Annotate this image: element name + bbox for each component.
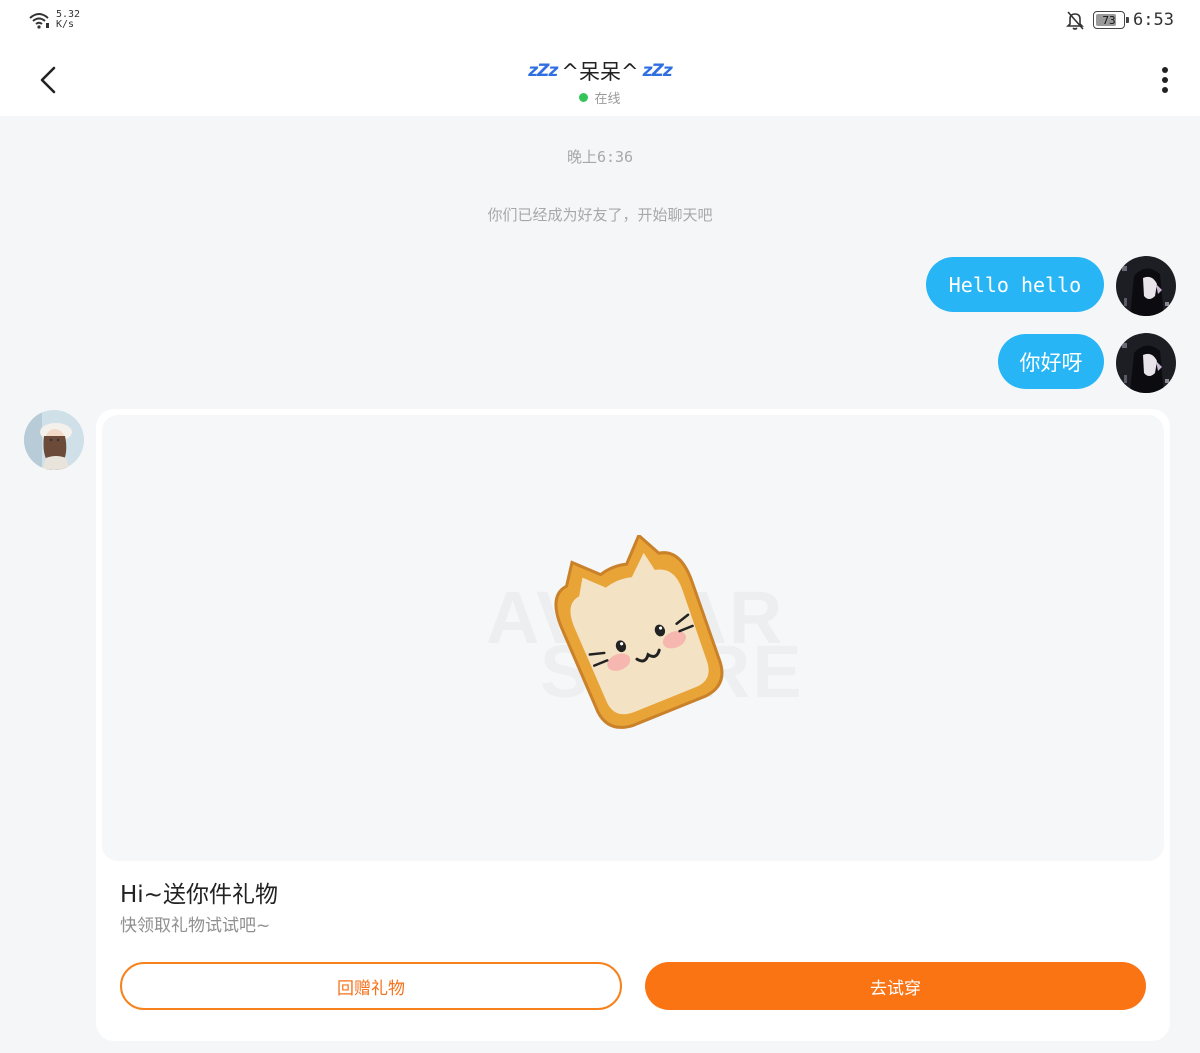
contact-avatar[interactable] [24, 410, 84, 470]
return-gift-button[interactable]: 回赠礼物 [120, 962, 622, 1010]
top-bar: 5.32 K/s 73 6:53 zZz ^呆呆^ zZz 在线 [0, 0, 1200, 116]
status-time: 6:53 [1133, 10, 1174, 30]
gift-title: Hi~送你件礼物 [120, 882, 278, 908]
toast-cat-sticker [554, 535, 724, 729]
try-on-button[interactable]: 去试穿 [645, 962, 1146, 1010]
more-options-button[interactable] [1150, 60, 1180, 100]
gift-subtitle: 快领取礼物试试吧~ [120, 916, 271, 936]
status-right: 73 6:53 [1065, 10, 1174, 30]
sleep-icon-left: zZz [528, 61, 558, 81]
online-status: 在线 [579, 88, 621, 107]
sent-message-bubble[interactable]: Hello hello [926, 257, 1104, 312]
online-status-text: 在线 [594, 92, 621, 107]
sent-message-bubble[interactable]: 你好呀 [998, 334, 1104, 389]
my-avatar[interactable] [1116, 333, 1176, 393]
online-dot-icon [579, 93, 589, 102]
network-speed-unit: K/s [56, 19, 75, 30]
sleep-icon-right: zZz [642, 61, 673, 81]
contact-name: ^呆呆^ [561, 60, 639, 84]
battery-level: 73 [1102, 13, 1116, 27]
system-notice: 你们已经成为好友了，开始聊天吧 [487, 206, 713, 224]
title-row: zZz ^呆呆^ zZz [528, 56, 673, 86]
gift-card: AVATAR STORE Hi~送你件礼物 快领取礼物试试吧~ 回赠礼物 去试穿 [96, 409, 1170, 1041]
my-avatar[interactable] [1116, 256, 1176, 316]
more-vertical-icon [1162, 67, 1168, 93]
chat-title: zZz ^呆呆^ zZz 在线 [0, 56, 1200, 107]
bell-off-icon [1066, 11, 1084, 30]
wifi-icon [29, 13, 49, 29]
status-left: 5.32 K/s [28, 10, 80, 30]
message-timestamp: 晚上6:36 [566, 148, 634, 166]
battery-icon: 73 [1093, 11, 1130, 29]
network-speed: 5.32 K/s [56, 10, 80, 30]
gift-image[interactable]: AVATAR STORE [102, 415, 1164, 861]
